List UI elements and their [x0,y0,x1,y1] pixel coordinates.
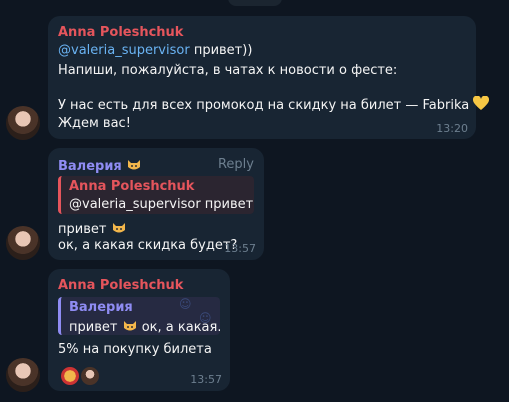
message-line: привет [58,220,127,237]
message-text: привет)) [189,43,253,58]
quote-text: @valeria_supervisor привет... [69,197,254,212]
message-time: 13:20 [436,122,468,135]
message-line: ок, а какая скидка будет? [58,238,238,253]
quote-text: привет ок, а какая... [69,318,220,335]
message-line: Напиши, пожалуйста, в чатах к новости о … [58,63,398,78]
message-text: привет [58,222,107,237]
avatar[interactable] [6,106,40,140]
message-text: У нас есть для всех промокод на скидку н… [58,98,470,113]
quote-author: Anna Poleshchuk [69,179,195,194]
pattern-decoration: ☺ [179,297,192,311]
message-author[interactable]: Валерия [58,157,142,174]
date-pill [228,0,282,6]
yellow-heart-emoji [473,96,490,110]
message-bubble[interactable]: Валерия Reply Anna Poleshchuk @valeria_s… [48,148,264,260]
message-line: 5% на покупку билета [58,342,212,357]
message-time: 13:57 [224,242,256,255]
message-time: 13:57 [190,373,222,386]
message-author[interactable]: Anna Poleshchuk [58,278,183,293]
message-line: @valeria_supervisor привет)) [58,43,252,58]
cat-emoji [123,321,136,331]
message-author[interactable]: Anna Poleshchuk [58,25,183,40]
cat-emoji [128,160,141,170]
quote-author: Валерия [69,300,133,315]
quote-text-part: привет [69,320,118,335]
reaction-avatar [80,366,100,386]
message-line: У нас есть для всех промокод на скидку н… [58,96,490,113]
author-name: Валерия [58,159,122,174]
mention-link[interactable]: @valeria_supervisor [58,43,190,58]
avatar[interactable] [6,358,40,392]
reaction-avatar [60,366,80,386]
message-line: Ждем вас! [58,116,131,131]
cat-emoji [112,223,125,233]
reply-quote[interactable]: Anna Poleshchuk @valeria_supervisor прив… [58,176,254,214]
reply-button[interactable]: Reply [218,157,254,172]
avatar[interactable] [6,226,40,260]
reply-quote[interactable]: ☺ ☺ Валерия привет ок, а какая... [58,297,220,335]
quote-text-part: ок, а какая... [141,320,220,335]
message-bubble[interactable]: Anna Poleshchuk @valeria_supervisor прив… [48,16,490,139]
